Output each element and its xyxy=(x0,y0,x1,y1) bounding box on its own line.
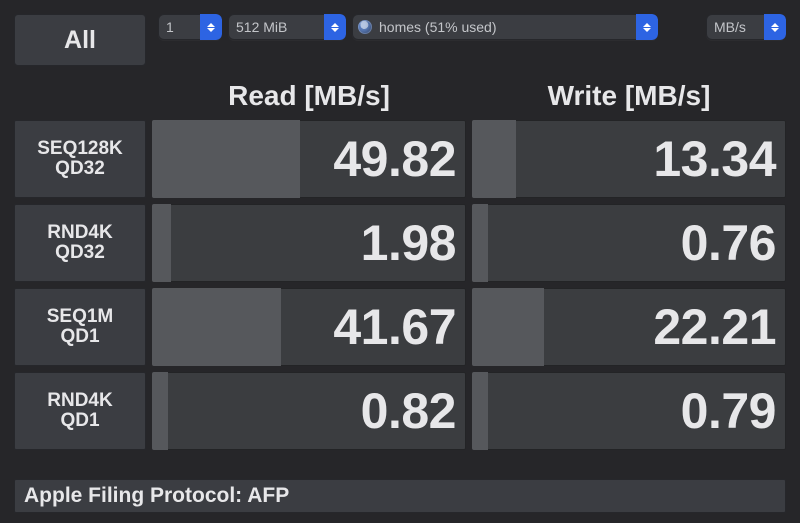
iteration-count-value: 1 xyxy=(158,19,200,35)
write-value: 0.76 xyxy=(681,214,776,272)
read-column-header: Read [MB/s] xyxy=(152,80,466,112)
write-bar-fill xyxy=(472,120,516,198)
write-value: 22.21 xyxy=(653,298,776,356)
read-result-cell: 1.98 xyxy=(152,204,466,282)
test-name: RND4K xyxy=(47,223,112,243)
read-value: 41.67 xyxy=(333,298,456,356)
result-row: RND4KQD1 0.82 0.79 xyxy=(14,372,786,450)
run-test-button-0[interactable]: SEQ128KQD32 xyxy=(14,120,146,198)
test-name: RND4K xyxy=(47,391,112,411)
read-result-cell: 41.67 xyxy=(152,288,466,366)
test-name: SEQ1M xyxy=(47,307,114,327)
write-column-header: Write [MB/s] xyxy=(472,80,786,112)
run-all-label: All xyxy=(64,26,96,55)
read-result-cell: 49.82 xyxy=(152,120,466,198)
read-bar-fill xyxy=(152,120,300,198)
network-volume-icon xyxy=(358,20,372,34)
unit-value: MB/s xyxy=(706,19,764,35)
read-bar-fill xyxy=(152,288,281,366)
write-bar-fill xyxy=(472,204,488,282)
chevron-up-down-icon xyxy=(636,14,658,40)
protocol-footer: Apple Filing Protocol: AFP xyxy=(14,479,786,513)
write-result-cell: 22.21 xyxy=(472,288,786,366)
target-disk-value: homes (51% used) xyxy=(379,19,636,35)
read-result-cell: 0.82 xyxy=(152,372,466,450)
run-test-button-3[interactable]: RND4KQD1 xyxy=(14,372,146,450)
target-disk-select[interactable]: homes (51% used) xyxy=(352,14,658,40)
run-all-button[interactable]: All xyxy=(14,14,146,66)
test-name: SEQ128K xyxy=(37,139,123,159)
write-result-cell: 0.76 xyxy=(472,204,786,282)
protocol-label: Apple Filing Protocol: AFP xyxy=(24,484,289,508)
queue-depth: QD1 xyxy=(60,327,99,347)
write-bar-fill xyxy=(472,288,544,366)
iteration-count-select[interactable]: 1 xyxy=(158,14,222,40)
read-value: 49.82 xyxy=(333,130,456,188)
result-row: RND4KQD32 1.98 0.76 xyxy=(14,204,786,282)
unit-select[interactable]: MB/s xyxy=(706,14,786,40)
read-bar-fill xyxy=(152,204,171,282)
run-test-button-2[interactable]: SEQ1MQD1 xyxy=(14,288,146,366)
write-bar-fill xyxy=(472,372,488,450)
read-value: 1.98 xyxy=(361,214,456,272)
run-test-button-1[interactable]: RND4KQD32 xyxy=(14,204,146,282)
queue-depth: QD32 xyxy=(55,159,105,179)
chevron-up-down-icon xyxy=(764,14,786,40)
result-row: SEQ128KQD32 49.82 13.34 xyxy=(14,120,786,198)
read-bar-fill xyxy=(152,372,168,450)
result-row: SEQ1MQD1 41.67 22.21 xyxy=(14,288,786,366)
chevron-up-down-icon xyxy=(324,14,346,40)
block-size-value: 512 MiB xyxy=(228,19,324,35)
queue-depth: QD1 xyxy=(60,411,99,431)
write-result-cell: 13.34 xyxy=(472,120,786,198)
chevron-up-down-icon xyxy=(200,14,222,40)
block-size-select[interactable]: 512 MiB xyxy=(228,14,346,40)
write-result-cell: 0.79 xyxy=(472,372,786,450)
read-value: 0.82 xyxy=(361,382,456,440)
write-value: 13.34 xyxy=(653,130,776,188)
write-value: 0.79 xyxy=(681,382,776,440)
queue-depth: QD32 xyxy=(55,243,105,263)
